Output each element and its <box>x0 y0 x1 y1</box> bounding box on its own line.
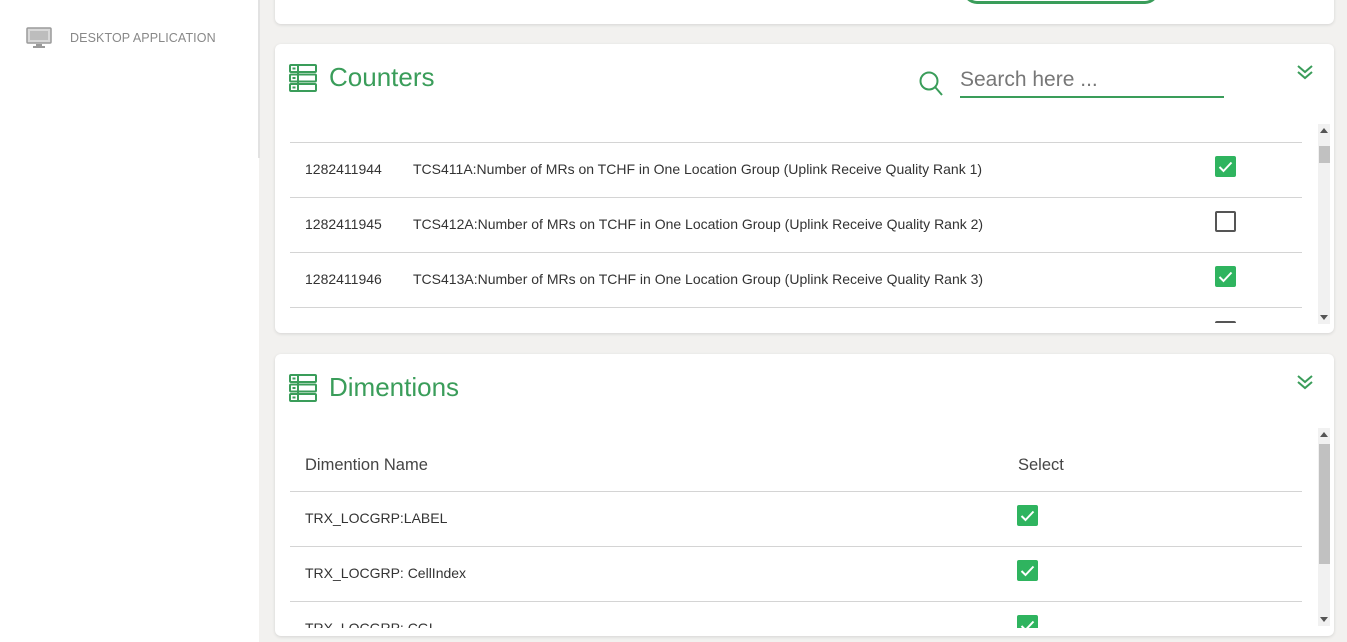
sidebar-divider <box>258 0 260 158</box>
scroll-down-icon[interactable] <box>1320 617 1328 622</box>
collapse-icon[interactable] <box>1296 64 1314 80</box>
monitor-icon <box>26 27 52 49</box>
dimention-name: TRX_LOCGRP: CellIndex <box>305 565 467 581</box>
scroll-up-icon[interactable] <box>1320 432 1328 437</box>
dimentions-table: Dimention Name Select TRX_LOCGRP:LABEL T… <box>290 450 1302 628</box>
select-checkbox[interactable] <box>1215 266 1236 287</box>
dimention-name: TRX_LOCGRP:LABEL <box>305 510 448 526</box>
select-checkbox[interactable] <box>1215 156 1236 177</box>
list-icon <box>289 63 317 92</box>
dimentions-header: Dimentions <box>289 372 459 403</box>
top-card-button[interactable] <box>963 0 1159 4</box>
scroll-thumb[interactable] <box>1319 444 1330 564</box>
scroll-thumb[interactable] <box>1319 146 1330 163</box>
counter-id: 1282411945 <box>305 216 382 232</box>
select-checkbox[interactable] <box>1215 211 1236 232</box>
table-row: 1282411945 TCS412A:Number of MRs on TCHF… <box>290 197 1302 252</box>
counters-search <box>918 62 1224 98</box>
table-row <box>290 307 1302 323</box>
table-header: Dimention Name Select <box>290 450 1302 491</box>
counters-header: Counters <box>289 62 435 93</box>
top-card <box>275 0 1334 24</box>
counter-name: TCS411A:Number of MRs on TCHF in One Loc… <box>413 161 983 177</box>
counters-panel: Counters 1282411944 TCS411A:Number of MR… <box>275 44 1334 333</box>
sidebar-item-desktop-application[interactable]: DESKTOP APPLICATION <box>26 26 216 50</box>
counters-title: Counters <box>329 62 435 92</box>
sidebar-item-label: DESKTOP APPLICATION <box>70 31 216 45</box>
column-header-select: Select <box>1018 456 1064 474</box>
dimentions-scrollbar[interactable] <box>1318 428 1330 626</box>
table-row: TRX_LOCGRP: CGI <box>290 601 1302 628</box>
search-input[interactable] <box>960 66 1224 98</box>
table-row: 1282411946 TCS413A:Number of MRs on TCHF… <box>290 252 1302 307</box>
counter-name: TCS412A:Number of MRs on TCHF in One Loc… <box>413 216 984 232</box>
scroll-up-icon[interactable] <box>1320 128 1328 133</box>
counters-table: 1282411944 TCS411A:Number of MRs on TCHF… <box>290 142 1302 323</box>
list-icon <box>289 373 317 402</box>
table-row: TRX_LOCGRP:LABEL <box>290 491 1302 546</box>
collapse-icon[interactable] <box>1296 374 1314 390</box>
select-checkbox[interactable] <box>1017 560 1038 581</box>
dimention-name: TRX_LOCGRP: CGI <box>305 620 433 628</box>
dimentions-panel: Dimentions Dimention Name Select TRX_LOC… <box>275 354 1334 636</box>
counter-id: 1282411946 <box>305 271 382 287</box>
sidebar: DESKTOP APPLICATION <box>0 0 259 642</box>
dimentions-title: Dimentions <box>329 372 460 402</box>
counter-name: TCS413A:Number of MRs on TCHF in One Loc… <box>413 271 984 287</box>
table-row: 1282411944 TCS411A:Number of MRs on TCHF… <box>290 142 1302 197</box>
select-checkbox[interactable] <box>1215 321 1236 323</box>
select-checkbox[interactable] <box>1017 505 1038 526</box>
search-icon[interactable] <box>918 70 944 98</box>
column-header-name: Dimention Name <box>305 456 428 474</box>
table-row: TRX_LOCGRP: CellIndex <box>290 546 1302 601</box>
select-checkbox[interactable] <box>1017 615 1038 628</box>
scroll-down-icon[interactable] <box>1320 315 1328 320</box>
counters-scrollbar[interactable] <box>1318 124 1330 324</box>
counter-id: 1282411944 <box>305 161 382 177</box>
